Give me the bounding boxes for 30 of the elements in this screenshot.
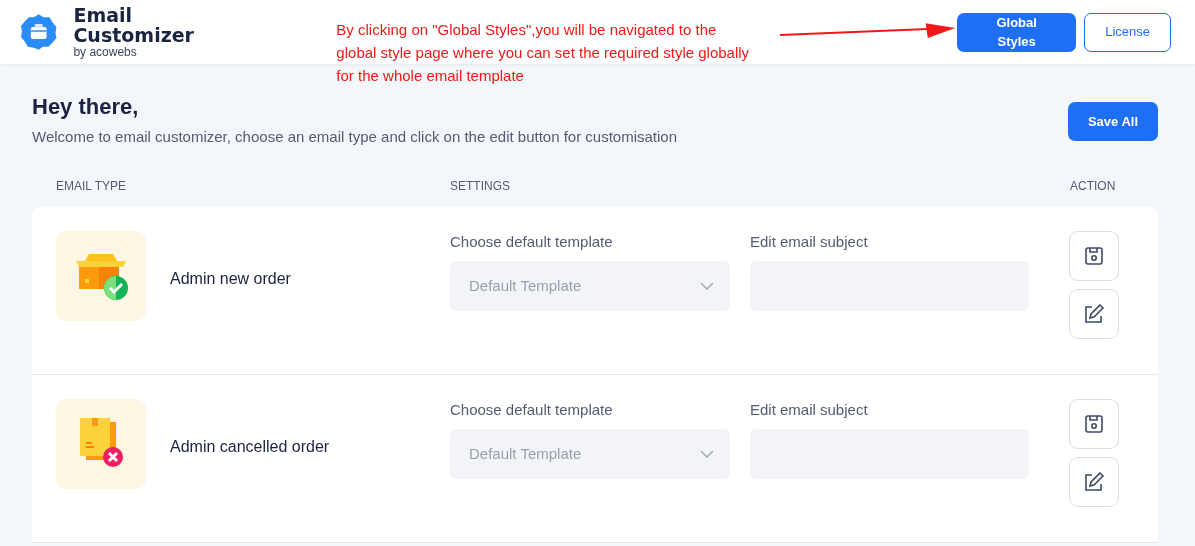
annotation-text: By clicking on "Global Styles",you will be navigated to the global style page where you can set the required style globally for the whole email template: [336, 20, 750, 86]
logo-icon: [20, 13, 58, 51]
save-icon: [1084, 413, 1104, 434]
edit-button[interactable]: [1069, 288, 1119, 339]
template-select[interactable]: Default Template: [450, 429, 730, 480]
chevron-down-icon: [700, 450, 714, 459]
field-label: Choose default template: [450, 231, 614, 252]
email-type-name: Admin cancelled order: [170, 437, 330, 455]
column-header: EMAIL TYPE: [56, 177, 127, 195]
template-select[interactable]: Default Template: [450, 261, 730, 312]
save-button[interactable]: [1069, 230, 1119, 281]
field-label: Edit email subject: [750, 399, 869, 420]
edit-icon: [1083, 470, 1105, 493]
column-header: ACTION: [1070, 177, 1116, 195]
column-header: SETTINGS: [450, 177, 510, 195]
greeting-heading: Hey there,: [32, 94, 140, 121]
save-button[interactable]: [1069, 398, 1119, 449]
field-label: Edit email subject: [750, 231, 869, 252]
save-all-button[interactable]: Save All: [1067, 102, 1158, 141]
license-button[interactable]: License: [1084, 12, 1171, 52]
edit-icon: [1083, 302, 1105, 325]
save-icon: [1084, 245, 1104, 266]
app-subtitle: by acowebs: [73, 46, 138, 60]
field-label: Choose default template: [450, 399, 614, 420]
chevron-down-icon: [700, 282, 714, 291]
app-title: Email Customizer: [73, 4, 195, 47]
edit-button[interactable]: [1069, 456, 1119, 507]
intro-text: Welcome to email customizer, choose an email type and click on the edit button for customisation: [32, 127, 678, 148]
global-styles-button[interactable]: Global Styles: [957, 12, 1077, 52]
email-type-name: Admin new order: [170, 269, 291, 287]
